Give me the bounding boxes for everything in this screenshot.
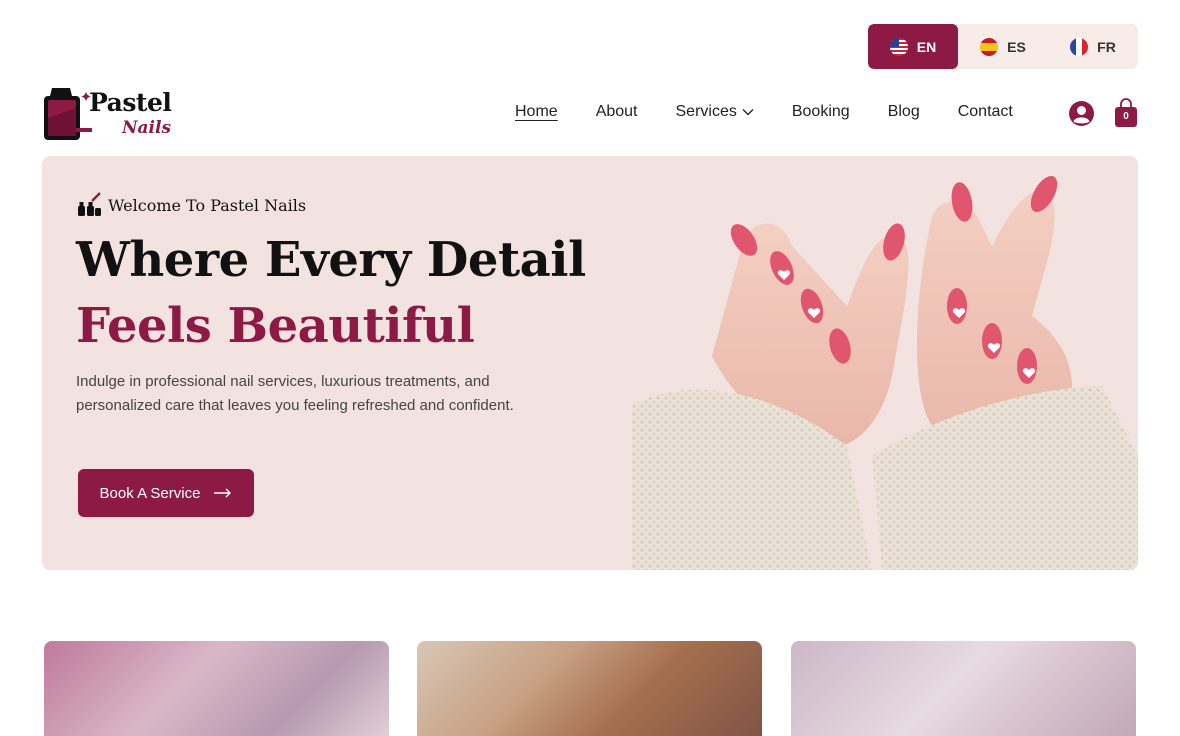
- language-switcher: EN ES FR: [868, 24, 1138, 69]
- language-option-fr[interactable]: FR: [1048, 24, 1138, 69]
- hero-title-line1: Where Every Detail: [76, 232, 586, 288]
- nav-services-label: Services: [675, 103, 737, 120]
- nav-about[interactable]: About: [596, 103, 638, 121]
- service-card-spa-image[interactable]: [417, 641, 762, 736]
- language-option-en[interactable]: EN: [868, 24, 958, 69]
- book-service-label: Book A Service: [99, 484, 201, 502]
- language-code: FR: [1097, 38, 1116, 55]
- hero-description: Indulge in professional nail services, l…: [76, 373, 514, 414]
- brand-logo[interactable]: Pastel Nails: [42, 84, 182, 144]
- brand-name: Pastel: [89, 88, 172, 117]
- cart-count-badge: 0: [1123, 111, 1129, 122]
- hero-eyebrow: Welcome To Pastel Nails: [76, 192, 306, 218]
- arrow-right-icon: [214, 488, 232, 498]
- main-nav: Home About Services Booking Blog Contact: [515, 103, 1013, 121]
- manicured-hands-image: [632, 175, 1138, 570]
- language-code: ES: [1007, 38, 1026, 55]
- book-service-button[interactable]: Book A Service: [78, 469, 254, 517]
- france-flag-icon: [1070, 37, 1089, 56]
- nav-services[interactable]: Services: [676, 103, 754, 121]
- hero-section: Welcome To Pastel Nails Where Every Deta…: [42, 156, 1138, 570]
- hero-title-line2: Feels Beautiful: [76, 298, 475, 354]
- service-card-manicure-image[interactable]: [44, 641, 389, 736]
- nail-polish-bottle-icon: [44, 88, 92, 140]
- hero-eyebrow-text: Welcome To Pastel Nails: [108, 195, 307, 215]
- chevron-down-icon: [742, 109, 754, 116]
- language-code: EN: [916, 38, 937, 55]
- us-flag-icon: [889, 37, 908, 56]
- nav-home[interactable]: Home: [515, 103, 558, 121]
- service-card-pedicure-image[interactable]: [791, 641, 1136, 736]
- user-account-icon[interactable]: [1068, 100, 1095, 127]
- language-option-es[interactable]: ES: [958, 24, 1048, 69]
- nav-contact[interactable]: Contact: [958, 103, 1013, 121]
- nav-booking[interactable]: Booking: [792, 103, 850, 121]
- nail-polish-icon: [78, 192, 101, 216]
- spain-flag-icon: [980, 37, 999, 56]
- brand-subname: Nails: [122, 118, 172, 138]
- nav-blog[interactable]: Blog: [888, 103, 920, 121]
